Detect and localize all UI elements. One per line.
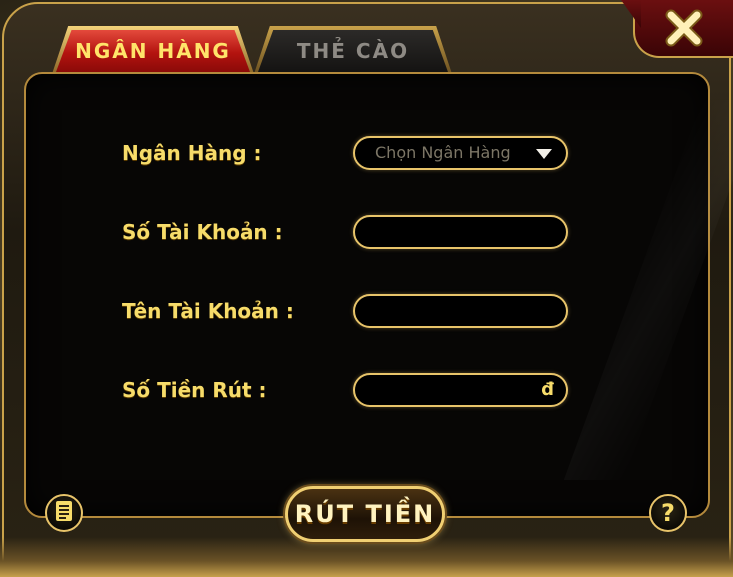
withdraw-button-label: RÚT TIỀN [294,500,436,528]
withdraw-button[interactable]: RÚT TIỀN [285,486,445,542]
bank-label: Ngân Hàng : [122,141,262,165]
document-list-icon [54,500,74,526]
bank-select-value: Chọn Ngân Hàng [375,143,511,162]
account-number-field [353,215,568,249]
close-button[interactable] [633,0,733,58]
tab-scratch-card-label: THẺ CÀO [296,39,410,63]
account-name-label: Tên Tài Khoản : [122,299,294,323]
tab-bank-label: NGÂN HÀNG [75,39,231,63]
account-name-input[interactable] [355,296,566,326]
amount-label: Số Tiền Rút : [122,378,267,402]
question-mark-icon: ? [661,499,675,527]
bank-select[interactable]: Chọn Ngân Hàng [353,136,568,170]
frame-bottom-glow [0,537,733,577]
amount-field: đ [353,373,568,407]
close-icon [663,7,705,49]
currency-symbol: đ [541,379,554,400]
amount-input[interactable] [355,375,566,405]
account-name-field [353,294,568,328]
history-button[interactable] [45,494,83,532]
tab-scratch-card[interactable]: THẺ CÀO [258,30,448,72]
account-number-input[interactable] [355,217,566,247]
account-number-label: Số Tài Khoản : [122,220,283,244]
help-button[interactable]: ? [649,494,687,532]
tab-bank[interactable]: NGÂN HÀNG [56,30,250,72]
caret-down-icon [536,149,552,159]
